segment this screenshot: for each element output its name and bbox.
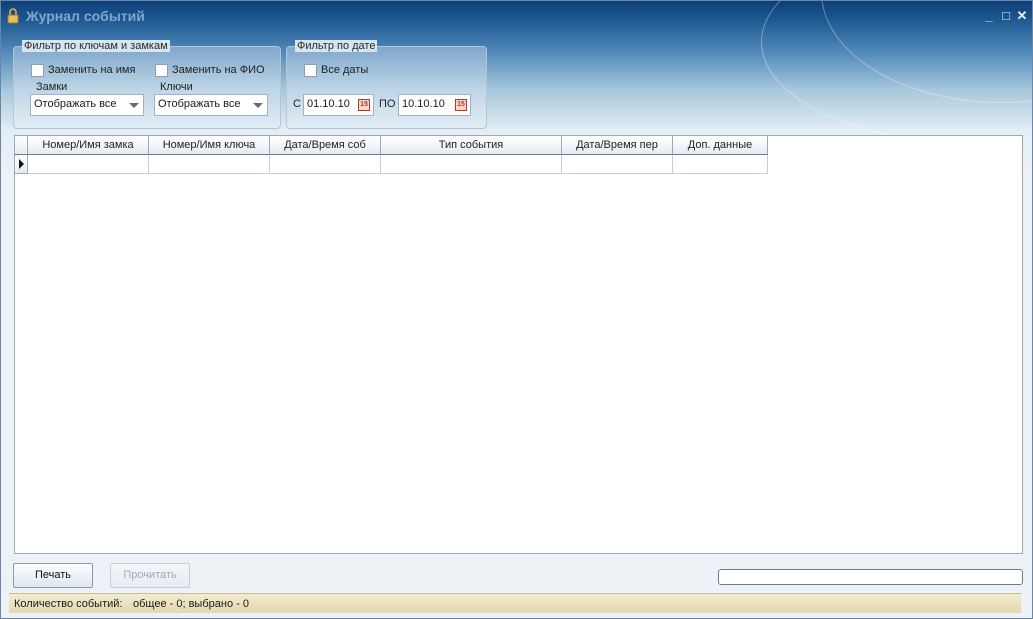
event-log-window: Журнал событий _ □ ✕ Фильтр по ключам и …: [0, 0, 1033, 619]
progress-bar: [718, 569, 1023, 585]
keys-select-value: Отображать все: [158, 98, 241, 110]
table-cell[interactable]: [149, 155, 270, 174]
column-header-transfer-datetime[interactable]: Дата/Время пер: [562, 136, 673, 155]
column-header-extra-data[interactable]: Доп. данные: [673, 136, 768, 155]
window-title: Журнал событий: [26, 8, 145, 24]
print-button[interactable]: Печать: [13, 563, 93, 588]
event-count-label: Количество событий:: [14, 598, 123, 610]
row-pointer-icon: [19, 159, 24, 169]
replace-fio-checkbox[interactable]: [155, 64, 168, 77]
table-cell[interactable]: [28, 155, 149, 174]
date-from-label: С: [293, 98, 301, 110]
status-bar: Количество событий: общее - 0; выбрано -…: [9, 593, 1021, 613]
title-bar[interactable]: Журнал событий _ □ ✕: [1, 1, 1032, 33]
column-header-key[interactable]: Номер/Имя ключа: [149, 136, 270, 155]
event-count-summary: общее - 0; выбрано - 0: [133, 598, 249, 610]
replace-fio-label: Заменить на ФИО: [172, 64, 265, 76]
header-corner: [15, 136, 28, 155]
locks-select[interactable]: Отображать все: [30, 94, 144, 116]
calendar-icon[interactable]: 15: [455, 99, 467, 111]
minimize-button[interactable]: _: [982, 9, 996, 23]
dropdown-arrow-icon: [129, 103, 139, 108]
table-cell[interactable]: [562, 155, 673, 174]
keys-label: Ключи: [160, 81, 193, 93]
filter-date-group: Фильтр по дате Все даты С 01.10.10 15 ПО…: [286, 40, 487, 129]
column-header-event-datetime[interactable]: Дата/Время соб: [270, 136, 381, 155]
date-to-label: ПО: [379, 98, 396, 110]
all-dates-checkbox[interactable]: [304, 64, 317, 77]
maximize-button[interactable]: □: [999, 9, 1013, 23]
column-header-lock[interactable]: Номер/Имя замка: [28, 136, 149, 155]
close-button[interactable]: ✕: [1015, 9, 1029, 23]
filter-keys-locks-group: Фильтр по ключам и замкам Заменить на им…: [13, 40, 281, 129]
events-table[interactable]: Номер/Имя замка Номер/Имя ключа Дата/Вре…: [14, 135, 1023, 554]
read-button[interactable]: Прочитать: [110, 563, 190, 588]
table-cell[interactable]: [381, 155, 562, 174]
locks-select-value: Отображать все: [34, 98, 117, 110]
date-to-field[interactable]: 10.10.10 15: [398, 94, 471, 116]
column-header-event-type[interactable]: Тип события: [381, 136, 562, 155]
table-cell[interactable]: [270, 155, 381, 174]
keys-select[interactable]: Отображать все: [154, 94, 268, 116]
date-from-field[interactable]: 01.10.10 15: [303, 94, 374, 116]
dropdown-arrow-icon: [253, 103, 263, 108]
replace-name-label: Заменить на имя: [48, 64, 136, 76]
locks-label: Замки: [36, 81, 68, 93]
date-to-value: 10.10.10: [402, 98, 445, 110]
table-cell[interactable]: [673, 155, 768, 174]
row-indicator[interactable]: [15, 155, 28, 174]
date-from-value: 01.10.10: [307, 98, 350, 110]
all-dates-label: Все даты: [321, 64, 369, 76]
lock-icon: [7, 8, 19, 24]
calendar-icon[interactable]: 15: [358, 99, 370, 111]
filter-date-legend: Фильтр по дате: [295, 40, 378, 52]
replace-name-checkbox[interactable]: [31, 64, 44, 77]
filter-keys-locks-legend: Фильтр по ключам и замкам: [22, 40, 170, 52]
